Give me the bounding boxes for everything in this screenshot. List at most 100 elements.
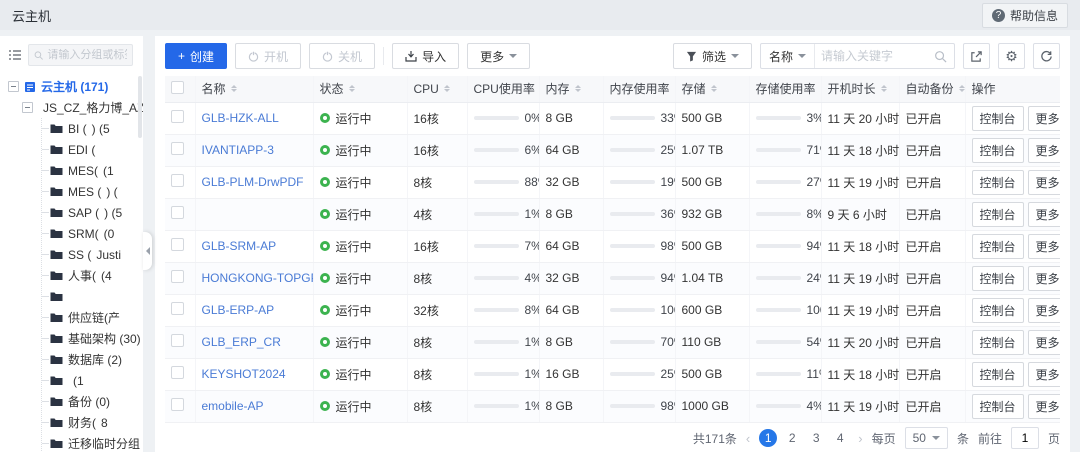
power-on-button[interactable]: 开机 [235, 43, 301, 69]
sort-icon[interactable] [231, 82, 237, 95]
sort-icon[interactable] [959, 82, 965, 95]
settings-button[interactable]: ⚙ [998, 43, 1025, 69]
vm-name-link[interactable]: GLB-HZK-ALL [202, 111, 307, 125]
row-more-button[interactable]: 更多 [1028, 170, 1060, 195]
page-size-select[interactable]: 50 [905, 427, 948, 449]
row-checkbox[interactable] [171, 270, 184, 283]
vm-name-link[interactable]: GLB-PLM-DrwPDF [202, 175, 307, 189]
more-actions-button[interactable]: 更多 [467, 43, 530, 69]
prev-page-icon[interactable]: ‹ [746, 431, 750, 446]
vm-name-link[interactable]: IVANTIAPP-3 [202, 143, 307, 157]
sort-icon[interactable] [711, 82, 717, 95]
keyword-search-input[interactable] [815, 49, 934, 63]
row-checkbox[interactable] [171, 366, 184, 379]
console-button[interactable]: 控制台 [972, 298, 1024, 323]
row-checkbox[interactable] [171, 302, 184, 315]
tree-group-item[interactable]: 财务( 8 [42, 412, 143, 433]
tree-group-item[interactable]: 数据库 (2) [42, 349, 143, 370]
group-search-input[interactable] [47, 49, 127, 61]
tree-group-item[interactable]: SAP ( ) (5 [42, 202, 143, 223]
column-header[interactable]: 开机时长 [821, 76, 899, 102]
next-page-icon[interactable]: › [858, 431, 862, 446]
row-more-button[interactable]: 更多 [1028, 234, 1060, 259]
create-button[interactable]: + 创建 [165, 43, 227, 69]
vm-name-link[interactable]: emobile-AP [202, 399, 307, 413]
tree-root-cloud-hosts[interactable]: 云主机 (171) [8, 76, 143, 97]
column-header[interactable]: 内存使用率 [603, 76, 675, 102]
column-header[interactable]: 存储 [675, 76, 749, 102]
console-button[interactable]: 控制台 [972, 106, 1024, 131]
page-number[interactable]: 3 [807, 429, 825, 447]
console-button[interactable]: 控制台 [972, 202, 1024, 227]
tree-group-item[interactable]: BI ( ) (5 [42, 118, 143, 139]
tree-group-item[interactable]: SRM( (0 [42, 223, 143, 244]
collapse-icon[interactable] [8, 81, 19, 92]
import-button[interactable]: 导入 [392, 43, 459, 69]
column-header[interactable]: 自动备份 [899, 76, 965, 102]
console-button[interactable]: 控制台 [972, 266, 1024, 291]
vm-name-link[interactable]: GLB-ERP-AP [202, 303, 307, 317]
column-header[interactable]: 内存 [539, 76, 603, 102]
tree-group-item[interactable]: 迁移临时分组 ( [42, 433, 143, 452]
column-header[interactable]: 存储使用率 [749, 76, 821, 102]
column-header[interactable]: CPU [407, 76, 467, 102]
collapse-icon[interactable] [22, 102, 33, 113]
row-checkbox[interactable] [171, 174, 184, 187]
tree-group-item[interactable]: 人事( (4 [42, 265, 143, 286]
refresh-button[interactable] [1033, 43, 1060, 69]
goto-page-input[interactable] [1011, 427, 1039, 449]
filter-button[interactable]: 筛选 [673, 43, 752, 69]
row-checkbox[interactable] [171, 238, 184, 251]
sidebar-scrollbar-thumb[interactable] [138, 76, 142, 138]
sort-icon[interactable] [881, 82, 887, 95]
row-more-button[interactable]: 更多 [1028, 106, 1060, 131]
column-header[interactable]: CPU使用率 [467, 76, 539, 102]
column-header[interactable]: 状态 [313, 76, 407, 102]
page-number[interactable]: 1 [759, 429, 777, 447]
select-all-checkbox[interactable] [171, 81, 184, 94]
sort-icon[interactable] [349, 82, 355, 95]
row-more-button[interactable]: 更多 [1028, 266, 1060, 291]
row-checkbox[interactable] [171, 334, 184, 347]
console-button[interactable]: 控制台 [972, 362, 1024, 387]
help-button[interactable]: ? 帮助信息 [982, 3, 1068, 28]
page-number[interactable]: 2 [783, 429, 801, 447]
export-button[interactable] [963, 43, 990, 69]
tree-group-item[interactable]: 备份 (0) [42, 391, 143, 412]
console-button[interactable]: 控制台 [972, 234, 1024, 259]
row-more-button[interactable]: 更多 [1028, 330, 1060, 355]
console-button[interactable]: 控制台 [972, 394, 1024, 419]
power-off-button[interactable]: 关机 [309, 43, 375, 69]
tree-view-toggle-icon[interactable] [8, 48, 22, 62]
tree-group-item[interactable]: 基础架构 (30) [42, 328, 143, 349]
sort-icon[interactable] [575, 82, 581, 95]
column-header[interactable]: 操作 [965, 76, 1060, 102]
search-field-select[interactable]: 名称 [761, 44, 815, 68]
row-checkbox[interactable] [171, 142, 184, 155]
console-button[interactable]: 控制台 [972, 170, 1024, 195]
row-more-button[interactable]: 更多 [1028, 394, 1060, 419]
console-button[interactable]: 控制台 [972, 330, 1024, 355]
sidebar-collapse-handle[interactable] [143, 232, 152, 270]
row-more-button[interactable]: 更多 [1028, 138, 1060, 163]
vm-name-link[interactable]: GLB-SRM-AP [202, 239, 307, 253]
row-checkbox[interactable] [171, 110, 184, 123]
tree-group-item[interactable]: MES ( ) ( [42, 181, 143, 202]
row-more-button[interactable]: 更多 [1028, 202, 1060, 227]
vm-name-link[interactable]: GLB_ERP_CR [202, 335, 307, 349]
tree-group-item[interactable]: (1 [42, 370, 143, 391]
vm-name-link[interactable]: KEYSHOT2024 [202, 367, 307, 381]
tree-group-item[interactable]: SS ( Justi [42, 244, 143, 265]
row-checkbox[interactable] [171, 206, 184, 219]
page-number[interactable]: 4 [831, 429, 849, 447]
tree-group-item[interactable]: EDI ( [42, 139, 143, 160]
tree-group-item[interactable]: MES( (1 [42, 160, 143, 181]
console-button[interactable]: 控制台 [972, 138, 1024, 163]
tree-group-item[interactable]: 供应链(产 [42, 307, 143, 328]
row-checkbox[interactable] [171, 398, 184, 411]
row-more-button[interactable]: 更多 [1028, 362, 1060, 387]
tree-zone-node[interactable]: JS_CZ_格力博_AZ1 ( [22, 97, 143, 118]
column-header[interactable]: 名称 [195, 76, 313, 102]
vm-name-link[interactable]: HONGKONG-TOPGP-APDB [202, 271, 307, 285]
row-more-button[interactable]: 更多 [1028, 298, 1060, 323]
